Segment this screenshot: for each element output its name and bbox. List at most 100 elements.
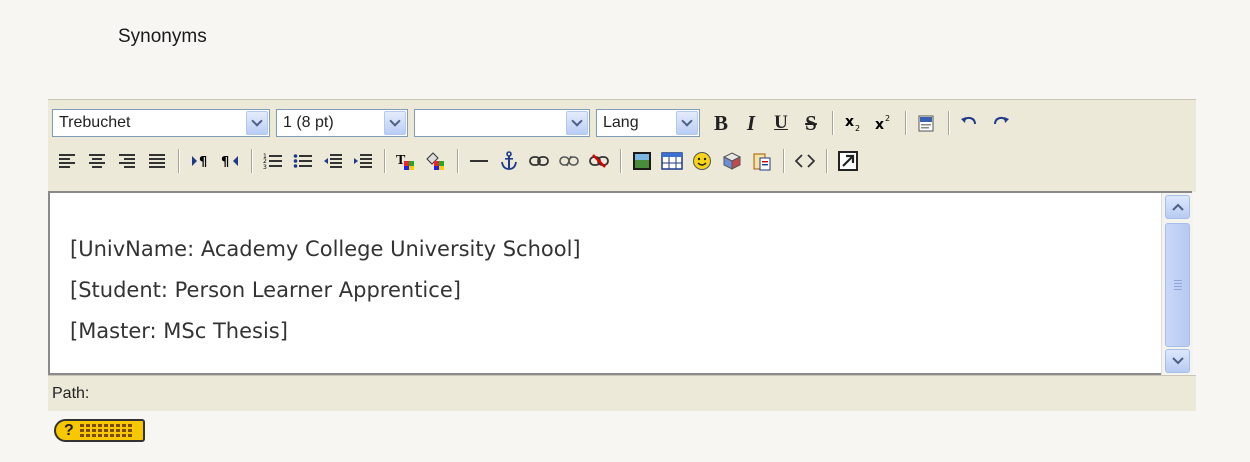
outdent-button[interactable] [320,148,346,174]
svg-text:¶: ¶ [199,155,207,169]
heading-select[interactable] [414,109,590,137]
rtl-button[interactable]: ¶ [217,148,243,174]
fill-bucket-icon [426,152,444,170]
justify-button[interactable] [144,148,170,174]
italic-button[interactable]: I [738,110,764,136]
align-left-icon [59,154,75,168]
chevron-down-icon [384,111,406,135]
scroll-down-button[interactable] [1165,349,1190,373]
ordered-list-button[interactable]: 123 [260,148,286,174]
content-line: [Student: Person Learner Apprentice] [70,278,461,302]
code-icon [795,154,815,168]
text-color-icon: T [396,153,414,170]
toolbar-separator [251,149,252,173]
background-color-button[interactable] [423,148,449,174]
font-size-select[interactable]: 1 (8 pt) [276,109,408,137]
svg-text:x: x [845,114,854,130]
toolbar-separator [948,111,949,135]
chevron-down-icon [246,111,268,135]
undo-icon [961,116,976,125]
toolbar-row-2: ¶ ¶ 123 T [52,146,863,176]
subscript-button[interactable]: x2 [841,110,867,136]
bold-button[interactable]: B [708,110,734,136]
fullscreen-icon [838,151,858,171]
unlink-button[interactable] [556,148,582,174]
chevron-up-icon [1171,203,1184,211]
scroll-up-button[interactable] [1165,195,1190,219]
insert-image-button[interactable] [629,148,655,174]
justify-icon [149,154,165,168]
content-line: [UnivName: Academy College University Sc… [70,237,581,261]
outdent-icon [324,154,342,168]
align-left-button[interactable] [54,148,80,174]
font-size-value: 1 (8 pt) [283,114,334,131]
font-family-value: Trebuchet [59,114,131,131]
image-icon [633,152,651,170]
text-color-button[interactable]: T [393,148,419,174]
section-title: Synonyms [118,26,207,47]
paste-word-button[interactable] [914,110,940,136]
toolbar-separator [178,149,179,173]
ordered-list-icon: 123 [263,153,282,170]
html-editor: Trebuchet 1 (8 pt) Lang B I U S x2 x 2 ¶… [48,99,1196,412]
undo-button[interactable] [957,110,983,136]
redo-icon [994,116,1009,125]
unlink-icon [559,155,579,167]
toolbar-separator [457,149,458,173]
no-link-button[interactable] [586,148,612,174]
toolbar-separator [832,111,833,135]
chevron-down-icon [566,111,588,135]
svg-text:3: 3 [263,164,267,170]
keyboard-help-button[interactable]: ? [54,419,145,442]
svg-text:¶: ¶ [221,155,229,169]
unordered-list-icon [293,154,312,168]
scroll-thumb[interactable] [1165,223,1190,347]
svg-text:2: 2 [855,124,860,133]
underline-button[interactable]: U [768,110,794,136]
insert-smiley-button[interactable] [689,148,715,174]
redo-button[interactable] [987,110,1013,136]
unordered-list-button[interactable] [290,148,316,174]
lang-select[interactable]: Lang [596,109,700,137]
nolink-icon [589,154,609,168]
superscript-icon: x2 [875,114,890,133]
toolbar-separator [905,111,906,135]
align-center-button[interactable] [84,148,110,174]
toolbar-separator [826,149,827,173]
paste-special-button[interactable] [749,148,775,174]
content-line: [Master: MSc Thesis] [70,319,288,343]
html-source-button[interactable] [792,148,818,174]
insert-link-button[interactable] [526,148,552,174]
editor-text: [UnivName: Academy College University Sc… [70,229,581,352]
toolbar-separator [384,149,385,173]
align-right-icon [119,154,135,168]
clipboard-icon [753,153,771,171]
subscript-icon: x2 [845,114,860,133]
strikethrough-button[interactable]: S [798,110,824,136]
ltr-button[interactable]: ¶ [187,148,213,174]
scroll-grip [1174,280,1182,292]
vertical-scrollbar[interactable] [1161,193,1193,375]
indent-icon [354,154,372,168]
ltr-direction-icon: ¶ [192,155,207,169]
media-cube-icon [722,152,742,170]
anchor-button[interactable] [496,148,522,174]
rtl-direction-icon: ¶ [221,155,238,169]
align-right-button[interactable] [114,148,140,174]
lang-value: Lang [603,114,639,131]
editor-content-area[interactable]: [UnivName: Academy College University Sc… [48,191,1192,375]
keyboard-icon [79,424,132,437]
toolbar-separator [783,149,784,173]
horizontal-rule-button[interactable] [466,148,492,174]
fullscreen-button[interactable] [835,148,861,174]
insert-table-button[interactable] [659,148,685,174]
chevron-down-icon [1171,357,1184,365]
superscript-button[interactable]: x2 [871,110,897,136]
indent-button[interactable] [350,148,376,174]
font-family-select[interactable]: Trebuchet [52,109,270,137]
anchor-icon [501,151,517,170]
toolbar-row-1: Trebuchet 1 (8 pt) Lang B I U S x2 x 2 [52,108,1015,138]
svg-text:2: 2 [885,114,890,123]
insert-media-button[interactable] [719,148,745,174]
link-icon [529,156,549,166]
